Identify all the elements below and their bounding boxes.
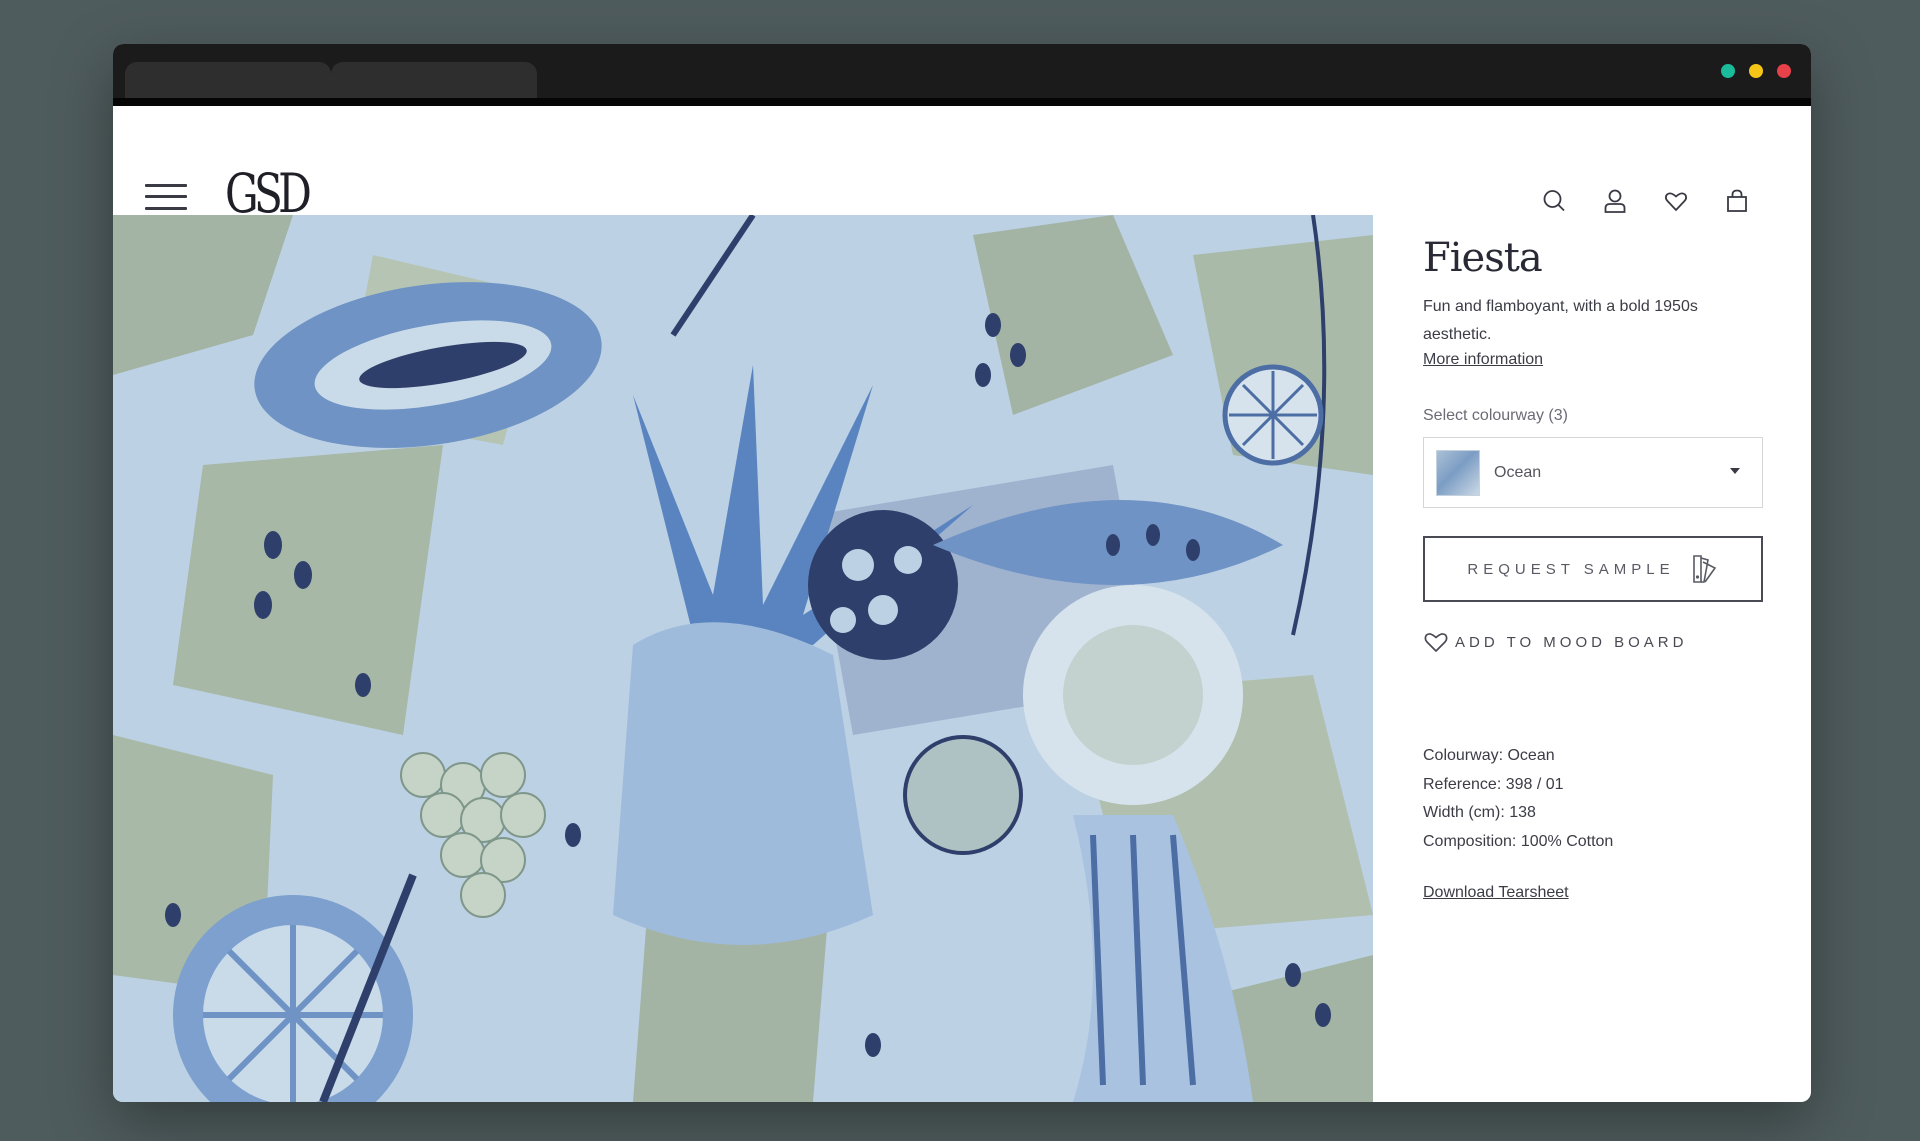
window-control-red[interactable] xyxy=(1777,64,1791,78)
site-logo[interactable]: GSD xyxy=(225,166,312,222)
colourway-selected-value: Ocean xyxy=(1494,464,1542,481)
search-icon[interactable] xyxy=(1542,188,1566,214)
account-icon[interactable] xyxy=(1603,188,1627,214)
wishlist-heart-icon[interactable] xyxy=(1664,188,1688,214)
colourway-select-label: Select colourway (3) xyxy=(1423,407,1568,424)
more-information-link[interactable]: More information xyxy=(1423,351,1543,369)
window-controls xyxy=(1721,64,1791,78)
detail-colourway: Colourway: Ocean xyxy=(1423,747,1555,764)
browser-window: GSD Fiesta Fun and flamboyant, with a bo… xyxy=(113,44,1811,1102)
shopping-bag-icon[interactable] xyxy=(1725,188,1749,214)
titlebar-divider xyxy=(113,98,1811,106)
window-control-green[interactable] xyxy=(1721,64,1735,78)
hamburger-menu-icon[interactable] xyxy=(145,179,187,213)
product-info-panel: Fiesta Fun and flamboyant, with a bold 1… xyxy=(1423,215,1763,902)
browser-titlebar xyxy=(113,44,1811,106)
request-sample-button[interactable]: REQUEST SAMPLE xyxy=(1423,536,1763,602)
detail-width: Width (cm): 138 xyxy=(1423,804,1536,821)
browser-tab[interactable] xyxy=(331,62,537,98)
colourway-select[interactable]: Ocean xyxy=(1423,437,1763,508)
product-title: Fiesta xyxy=(1423,235,1543,281)
fabric-swatch-icon xyxy=(1691,554,1719,584)
add-to-mood-board-button[interactable]: ADD TO MOOD BOARD xyxy=(1423,630,1763,654)
detail-composition: Composition: 100% Cotton xyxy=(1423,832,1614,850)
download-tearsheet-link[interactable]: Download Tearsheet xyxy=(1423,884,1569,902)
header-icons xyxy=(1542,188,1749,214)
detail-reference: Reference: 398 / 01 xyxy=(1423,775,1564,793)
request-sample-label: REQUEST SAMPLE xyxy=(1467,560,1675,578)
product-description: Fun and flamboyant, with a bold 1950s ae… xyxy=(1423,298,1698,343)
colourway-swatch-thumbnail xyxy=(1436,450,1480,496)
browser-tab[interactable] xyxy=(125,62,331,98)
product-pattern-image[interactable] xyxy=(113,215,1373,1102)
heart-icon xyxy=(1423,630,1449,654)
window-control-yellow[interactable] xyxy=(1749,64,1763,78)
add-to-mood-board-label: ADD TO MOOD BOARD xyxy=(1455,633,1688,651)
chevron-down-icon xyxy=(1730,468,1740,474)
product-details: Colourway: Ocean Reference: 398 / 01 Wid… xyxy=(1423,742,1763,856)
